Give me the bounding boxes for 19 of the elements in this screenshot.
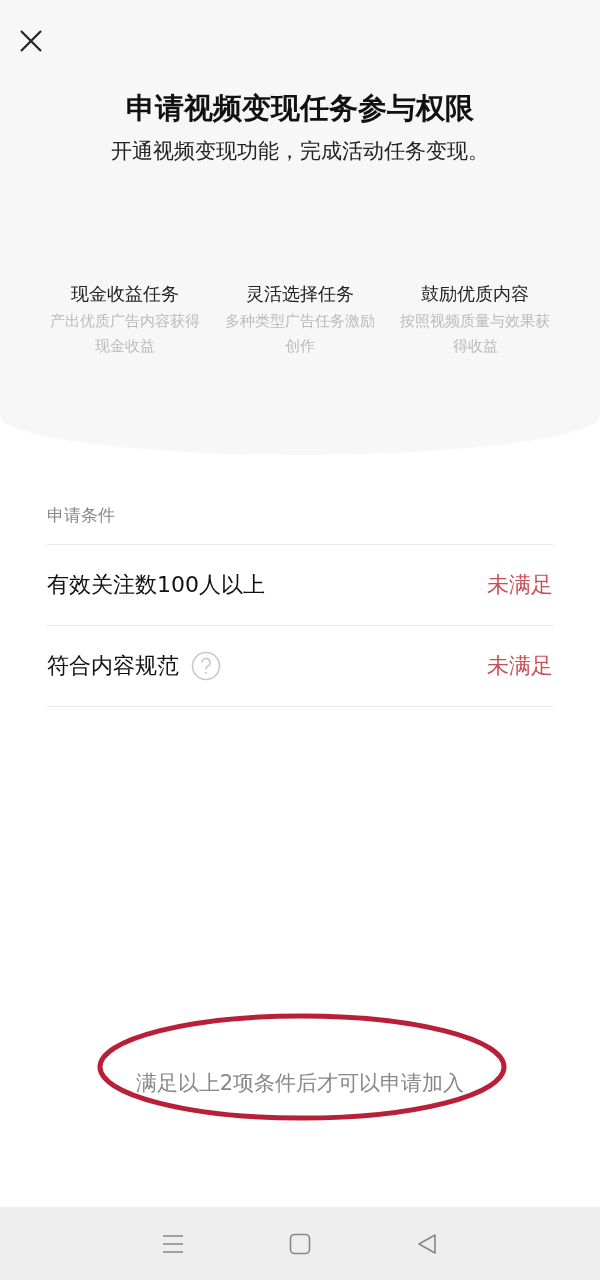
section-heading: 申请条件 bbox=[47, 504, 116, 527]
triangle-icon bbox=[415, 1232, 438, 1255]
feature-title: 鼓励优质内容 bbox=[421, 281, 530, 306]
menu-icon bbox=[162, 1232, 185, 1255]
feature-description: 产出优质广告内容获得现金收益 bbox=[48, 310, 201, 357]
condition-status: 未满足 bbox=[487, 571, 553, 599]
close-button[interactable] bbox=[18, 28, 44, 54]
footer-note: 满足以上2项条件后才可以申请加入 bbox=[135, 1069, 465, 1097]
condition-label: 符合内容规范 bbox=[47, 652, 179, 680]
help-icon[interactable] bbox=[191, 650, 221, 681]
feature-title: 灵活选择任务 bbox=[246, 281, 354, 306]
feature-title: 现金收益任务 bbox=[70, 281, 179, 306]
feature-description: 多种类型广告任务激励创作 bbox=[224, 310, 376, 357]
square-icon bbox=[289, 1232, 311, 1255]
condition-label: 有效关注数100人以上 bbox=[47, 571, 265, 599]
page-subtitle: 开通视频变现功能，完成活动任务变现。 bbox=[110, 138, 490, 166]
close-icon bbox=[19, 29, 43, 53]
page-title: 申请视频变现任务参与权限 bbox=[125, 90, 475, 127]
condition-status: 未满足 bbox=[487, 652, 553, 680]
